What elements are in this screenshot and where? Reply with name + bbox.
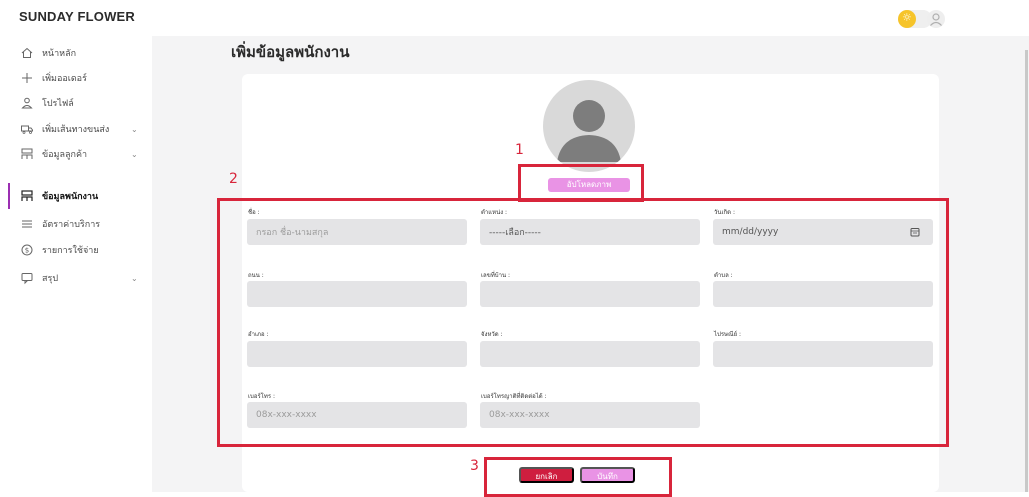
sidebar-item-label: ข้อมูลพนักงาน [42, 192, 99, 202]
page-scrollbar[interactable] [1025, 50, 1028, 492]
sidebar-item-label: รายการใช้จ่าย [42, 246, 99, 256]
profile-photo [543, 80, 635, 172]
user-avatar[interactable] [927, 10, 945, 28]
emergency-phone-input[interactable]: 08x-xxx-xxxx [480, 402, 700, 428]
brand-logo[interactable]: SUNDAY FLOWER [19, 9, 135, 24]
sidebar-item-service-rates[interactable]: อัตราค่าบริการ [0, 211, 152, 237]
calendar-icon[interactable] [910, 227, 920, 237]
house-no-label: เลขที่บ้าน : [481, 272, 510, 279]
cancel-button[interactable]: ยกเลิก [519, 467, 574, 483]
chevron-down-icon: ⌄ [131, 149, 138, 159]
sun-icon: ☼ [898, 10, 916, 28]
sidebar-item-label: สรุป [42, 274, 59, 284]
province-label: จังหวัด : [481, 331, 503, 338]
employees-icon [21, 190, 33, 201]
sidebar-item-customers[interactable]: ข้อมูลลูกค้า ⌄ [0, 141, 152, 167]
birthday-input[interactable]: mm/dd/yyyy [713, 219, 933, 245]
subdistrict-input[interactable] [713, 281, 933, 307]
position-select[interactable]: -----เลือก----- [480, 219, 700, 245]
name-input[interactable]: กรอก ชื่อ-นามสกุล [247, 219, 467, 245]
upload-photo-button[interactable]: อัปโหลดภาพ [548, 178, 630, 192]
province-input[interactable] [480, 341, 700, 367]
sidebar-item-label: หน้าหลัก [42, 49, 77, 59]
sidebar: หน้าหลัก เพิ่มออเดอร์ โปรไฟล์ เพิ่มเส้นท… [0, 36, 152, 492]
annotation-number-2: 2 [229, 171, 238, 187]
user-icon [21, 97, 33, 109]
top-bar: SUNDAY FLOWER ☼ [0, 0, 1029, 36]
postcode-label: ไปรษณีย์ : [714, 331, 742, 338]
birthday-label: วันเกิด : [714, 209, 735, 216]
subdistrict-label: ตำบล : [714, 272, 733, 279]
user-silhouette-icon [557, 100, 621, 162]
save-button[interactable]: บันทึก [580, 467, 635, 483]
sidebar-item-label: เพิ่มออเดอร์ [42, 74, 87, 84]
phone-input[interactable]: 08x-xxx-xxxx [247, 402, 467, 428]
plus-icon [22, 73, 32, 83]
user-silhouette-icon [930, 13, 942, 26]
district-label: อำเภอ : [248, 331, 269, 338]
sidebar-item-profile[interactable]: โปรไฟล์ [0, 90, 152, 116]
house-no-input[interactable] [480, 281, 700, 307]
district-input[interactable] [247, 341, 467, 367]
annotation-number-3: 3 [470, 458, 479, 474]
list-icon [22, 220, 32, 228]
road-label: ถนน : [248, 272, 264, 279]
sidebar-item-add-order[interactable]: เพิ่มออเดอร์ [0, 65, 152, 91]
annotation-box-3 [484, 457, 672, 497]
annotation-number-1: 1 [515, 142, 524, 158]
emergency-phone-label: เบอร์โทรญาติที่ติดต่อได้ : [481, 393, 547, 400]
position-label: ตำแหน่ง : [481, 209, 508, 216]
postcode-input[interactable] [713, 341, 933, 367]
page-title: เพิ่มข้อมูลพนักงาน [231, 43, 350, 61]
truck-icon [21, 125, 33, 134]
sidebar-item-label: เพิ่มเส้นทางขนส่ง [42, 125, 110, 135]
road-input[interactable] [247, 281, 467, 307]
svg-text:$: $ [25, 247, 29, 255]
sidebar-item-summary[interactable]: สรุป ⌄ [0, 265, 152, 291]
sidebar-item-label: ข้อมูลลูกค้า [42, 150, 88, 160]
name-label: ชื่อ : [248, 209, 260, 216]
sidebar-item-shipping-route[interactable]: เพิ่มเส้นทางขนส่ง ⌄ [0, 116, 152, 142]
customers-icon [21, 148, 33, 159]
active-indicator [8, 183, 10, 209]
sidebar-item-employees[interactable]: ข้อมูลพนักงาน [0, 183, 152, 209]
money-icon: $ [21, 244, 33, 256]
chevron-down-icon: ⌄ [131, 124, 138, 134]
birthday-value: mm/dd/yyyy [722, 227, 779, 237]
sidebar-item-label: อัตราค่าบริการ [42, 220, 101, 230]
sidebar-item-home[interactable]: หน้าหลัก [0, 40, 152, 66]
chat-icon [21, 273, 33, 285]
sidebar-item-expenses[interactable]: $ รายการใช้จ่าย [0, 237, 152, 263]
phone-label: เบอร์โทร : [248, 393, 276, 400]
home-icon [21, 47, 33, 58]
chevron-down-icon: ⌄ [131, 273, 138, 283]
sidebar-item-label: โปรไฟล์ [42, 99, 74, 109]
